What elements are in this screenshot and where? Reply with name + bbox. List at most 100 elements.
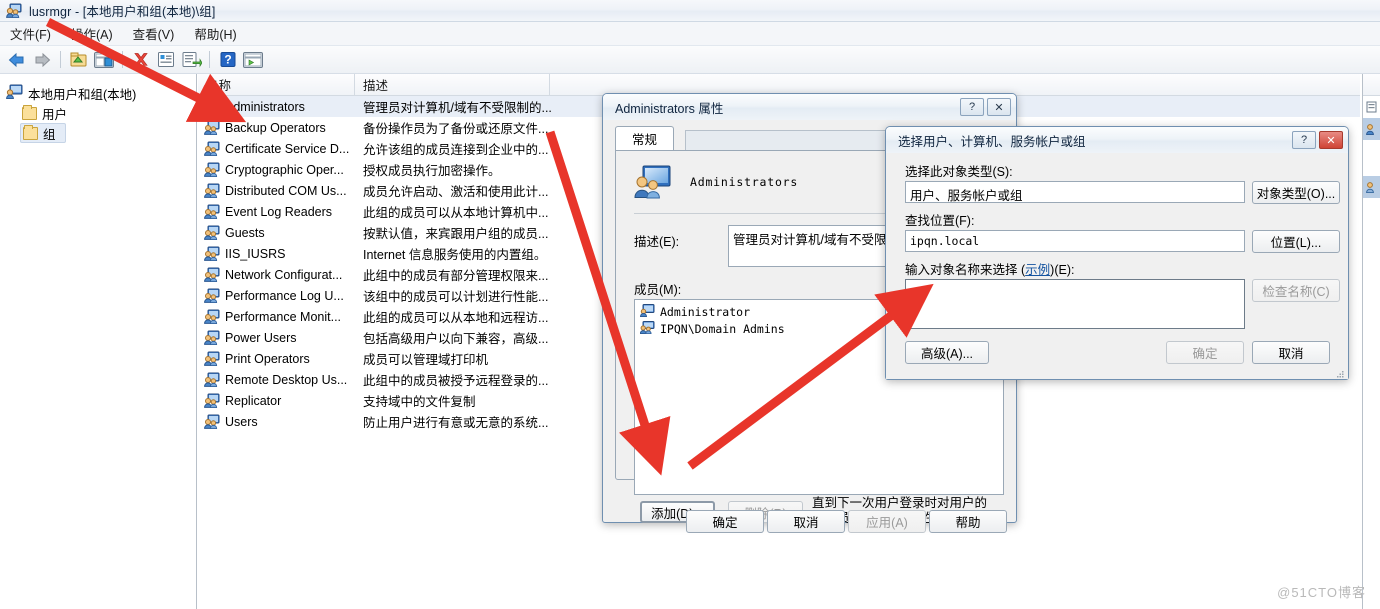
help-icon[interactable]: ? [217, 49, 239, 71]
member-name: Administrator [660, 304, 751, 319]
group-name-text: IIS_IUSRS [225, 246, 286, 261]
locations-button[interactable]: 位置(L)... [1252, 230, 1340, 253]
select-cancel-button[interactable]: 取消 [1252, 341, 1330, 364]
up-folder-icon[interactable] [68, 49, 90, 71]
column-header-name[interactable]: 名称 [198, 74, 355, 95]
tree-node-users[interactable]: 用户 [0, 103, 196, 123]
object-type-value[interactable]: 用户、服务帐户或组 [905, 181, 1245, 203]
column-header-blank[interactable] [550, 74, 1360, 95]
properties-help-text-button[interactable]: 帮助 [929, 510, 1007, 533]
check-names-button: 检查名称(C) [1252, 279, 1340, 302]
members-label: 成员(M): [634, 283, 682, 297]
group-icon [204, 351, 220, 366]
actions-pane-spacer [1363, 140, 1380, 176]
group-icon [204, 99, 220, 114]
group-name-text: Backup Operators [225, 120, 326, 135]
menu-item-action[interactable]: 操作(A) [71, 24, 113, 43]
group-name-text: Performance Log U... [225, 288, 344, 303]
group-name-text: Performance Monit... [225, 309, 342, 324]
group-name-cell: Cryptographic Oper... [198, 162, 355, 177]
select-ok-button: 确定 [1166, 341, 1244, 364]
users-group-icon [6, 3, 22, 19]
object-types-button[interactable]: 对象类型(O)... [1252, 181, 1340, 204]
examples-link[interactable]: 示例 [1025, 263, 1050, 277]
menu-item-help[interactable]: 帮助(H) [194, 24, 236, 43]
tree-node-groups[interactable]: 组 [20, 123, 66, 143]
group-header: Administrators [634, 165, 798, 199]
location-value[interactable]: ipqn.local [905, 230, 1245, 252]
properties-cancel-button[interactable]: 取消 [767, 510, 845, 533]
actions-pane-item-2[interactable] [1363, 118, 1380, 140]
tree-node-root[interactable]: 本地用户和组(本地) [0, 83, 196, 103]
group-icon [204, 288, 220, 303]
group-icon [204, 393, 220, 408]
group-icon [639, 320, 655, 337]
actions-pane-item-3[interactable] [1363, 176, 1380, 198]
group-name-text: Print Operators [225, 351, 310, 366]
properties-dialog-title-bar: Administrators 属性 ? ✕ [603, 94, 1016, 120]
forward-icon[interactable] [31, 49, 53, 71]
group-name-text: Guests [225, 225, 265, 240]
folder-icon-2 [23, 124, 38, 140]
back-icon[interactable] [6, 49, 28, 71]
toolbar: ? [0, 46, 1380, 74]
group-name-cell: Performance Log U... [198, 288, 355, 303]
location-label: 查找位置(F): [905, 214, 975, 228]
folder-icon [22, 104, 37, 120]
tree-node-users-label: 用户 [42, 107, 68, 122]
actions-pane-item-1[interactable] [1363, 96, 1380, 118]
export-list-icon[interactable] [180, 49, 202, 71]
group-name-cell: Performance Monit... [198, 309, 355, 324]
group-name-cell: IIS_IUSRS [198, 246, 355, 261]
select-dialog-title: 选择用户、计算机、服务帐户或组 [898, 134, 1086, 149]
group-name-text: Administrators [225, 99, 305, 114]
show-hide-tree-icon[interactable] [93, 49, 115, 71]
group-name-text: Users [225, 414, 258, 429]
member-name: IPQN\Domain Admins [660, 321, 785, 336]
description-label: 描述(E): [634, 235, 680, 249]
properties-dialog-title: Administrators 属性 [615, 101, 724, 116]
group-name-cell: Distributed COM Us... [198, 183, 355, 198]
group-name-text: Cryptographic Oper... [225, 162, 344, 177]
group-icon [204, 120, 220, 135]
column-header-description[interactable]: 描述 [355, 74, 550, 95]
actions-pane [1362, 74, 1380, 609]
select-users-dialog: 选择用户、计算机、服务帐户或组 ? ✕ 选择此对象类型(S): 用户、服务帐户或… [885, 126, 1349, 380]
properties-ok-button[interactable]: 确定 [686, 510, 764, 533]
tree-node-root-label: 本地用户和组(本地) [28, 87, 137, 102]
group-icon [204, 183, 220, 198]
group-icon [204, 225, 220, 240]
group-name-cell: Administrators [198, 99, 355, 114]
group-name-cell: Replicator [198, 393, 355, 408]
object-names-input[interactable] [905, 279, 1245, 329]
object-names-label: 输入对象名称来选择 (示例)(E): [905, 259, 1074, 278]
properties-apply-button: 应用(A) [848, 510, 926, 533]
properties-icon[interactable] [155, 49, 177, 71]
toolbar-separator [60, 51, 61, 68]
group-name-cell: Backup Operators [198, 120, 355, 135]
properties-help-button[interactable]: ? [960, 98, 984, 116]
group-large-icon [634, 165, 672, 199]
tab-general[interactable]: 常规 [615, 126, 675, 150]
resize-grip[interactable] [1335, 367, 1345, 378]
group-name-cell: Power Users [198, 330, 355, 345]
new-window-icon[interactable] [242, 49, 264, 71]
advanced-button[interactable]: 高级(A)... [905, 341, 989, 364]
select-help-button[interactable]: ? [1292, 131, 1316, 149]
menu-item-file[interactable]: 文件(F) [10, 24, 51, 43]
menu-item-view[interactable]: 查看(V) [133, 24, 175, 43]
group-icon [204, 372, 220, 387]
delete-icon[interactable] [130, 49, 152, 71]
group-icon [204, 414, 220, 429]
properties-close-button[interactable]: ✕ [987, 98, 1011, 116]
group-name-cell: Certificate Service D... [198, 141, 355, 156]
select-close-button[interactable]: ✕ [1319, 131, 1343, 149]
tree-node-groups-label: 组 [43, 127, 56, 142]
window-title-text: lusrmgr - [本地用户和组(本地)\组] [29, 5, 216, 19]
group-name-text: Network Configurat... [225, 267, 343, 282]
toolbar-separator-3 [209, 51, 210, 68]
group-name-cell: Print Operators [198, 351, 355, 366]
select-dialog-title-bar: 选择用户、计算机、服务帐户或组 ? ✕ [886, 127, 1348, 153]
select-dialog-body: 选择此对象类型(S): 用户、服务帐户或组 对象类型(O)... 查找位置(F)… [886, 153, 1348, 379]
actions-pane-header [1363, 74, 1380, 96]
